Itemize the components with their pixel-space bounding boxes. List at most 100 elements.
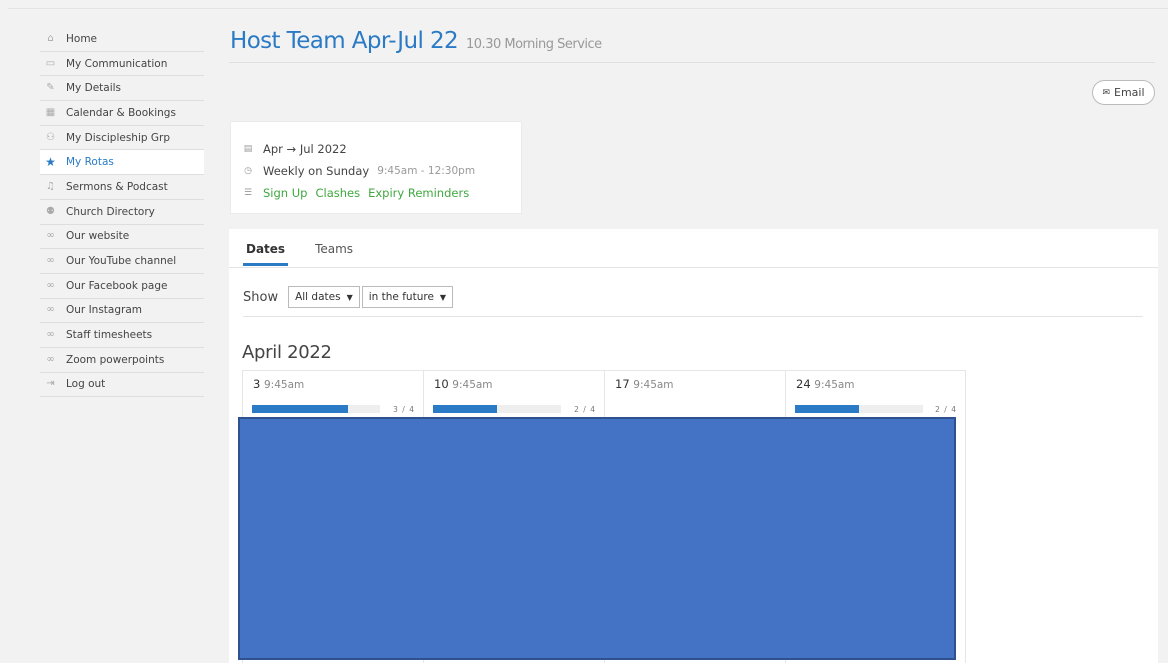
- date-range-line: ▤ Apr → Jul 2022: [243, 138, 509, 160]
- caret-down-icon: ▼: [346, 292, 353, 302]
- sidebar-item-calendar-bookings[interactable]: ▦ Calendar & Bookings: [40, 101, 204, 126]
- calendar-icon: ▤: [243, 144, 253, 154]
- chat-icon: ▭: [45, 57, 56, 69]
- dates-filter-select[interactable]: All dates ▼: [288, 286, 360, 308]
- tab-teams[interactable]: Teams: [312, 242, 356, 266]
- rota-info-card: ▤ Apr → Jul 2022 ◷ Weekly on Sunday 9:45…: [230, 121, 522, 214]
- fill-count: 3 / 4: [393, 405, 415, 414]
- email-button-label: Email: [1114, 86, 1145, 99]
- sidebar-item-our-website[interactable]: ∞ Our website: [40, 225, 204, 250]
- fill-count: 2 / 4: [574, 405, 596, 414]
- time-range-text: 9:45am - 12:30pm: [377, 165, 476, 177]
- sidebar-item-label: Zoom powerpoints: [66, 353, 165, 366]
- top-divider: [8, 8, 1168, 9]
- sidebar-item-label: My Details: [66, 82, 122, 95]
- sidebar-item-sermons-podcast[interactable]: ♫ Sermons & Podcast: [40, 175, 204, 200]
- directory-icon: ⚉: [46, 205, 55, 217]
- time-filter-value: in the future: [368, 291, 434, 303]
- sidebar-item-log-out[interactable]: ⇥ Log out: [40, 373, 204, 398]
- date-day: 10: [434, 377, 449, 391]
- date-time: 9:45am: [263, 379, 305, 391]
- clock-icon: ◷: [244, 166, 252, 176]
- home-icon: ⌂: [47, 32, 54, 44]
- fill-progress-fill: [795, 405, 859, 413]
- date-header: 3 9:45am: [253, 377, 304, 391]
- show-label: Show: [243, 289, 279, 305]
- sign-up-link[interactable]: Sign Up: [263, 186, 307, 200]
- sidebar-item-label: Our Instagram: [66, 304, 142, 317]
- date-time: 9:45am: [633, 379, 674, 391]
- sidebar-item-zoom-powerpoints[interactable]: ∞ Zoom powerpoints: [40, 348, 204, 373]
- sidebar-item-my-details[interactable]: ✎ My Details: [40, 76, 204, 102]
- calendar-icon: ▦: [45, 106, 56, 118]
- redaction-overlay: [238, 417, 956, 660]
- sidebar-item-label: My Rotas: [66, 156, 114, 169]
- sidebar-nav: ⌂ Home ▭ My Communication ✎ My Details ▦ Calend…: [40, 27, 204, 398]
- dates-filter-value: All dates: [295, 291, 341, 303]
- sidebar-item-label: Sermons & Podcast: [66, 180, 168, 193]
- expiry-reminders-link[interactable]: Expiry Reminders: [368, 186, 469, 200]
- fill-progress-bar: [795, 405, 923, 413]
- tab-divider: [229, 267, 1158, 268]
- date-header: 17 9:45am: [615, 377, 674, 391]
- link-icon: ∞: [46, 329, 55, 341]
- link-icon: ∞: [46, 304, 55, 316]
- fill-progress-fill: [433, 405, 497, 413]
- sidebar-item-label: Log out: [66, 378, 106, 391]
- date-header: 10 9:45am: [434, 377, 493, 391]
- fill-count: 2 / 4: [935, 405, 957, 414]
- group-icon: ⚇: [46, 131, 55, 143]
- logout-icon: ⇥: [46, 378, 55, 390]
- date-time: 9:45am: [452, 379, 493, 391]
- tab-dates[interactable]: Dates: [243, 242, 289, 266]
- sidebar-item-label: Our website: [66, 230, 130, 243]
- sidebar-item-our-youtube-channel[interactable]: ∞ Our YouTube channel: [40, 249, 204, 274]
- sidebar-item-my-discipleship-grp[interactable]: ⚇ My Discipleship Grp: [40, 126, 204, 151]
- sidebar-item-label: Calendar & Bookings: [66, 106, 176, 119]
- link-icon: ∞: [46, 279, 55, 291]
- sidebar-item-staff-timesheets[interactable]: ∞ Staff timesheets: [40, 323, 204, 348]
- sidebar-item-label: My Discipleship Grp: [66, 131, 170, 144]
- link-icon: ∞: [46, 230, 55, 242]
- sidebar-item-my-rotas[interactable]: ★ My Rotas: [40, 150, 204, 176]
- sidebar-item-home[interactable]: ⌂ Home: [40, 27, 204, 52]
- tab-bar: Dates Teams: [243, 242, 380, 266]
- actions-line: ☰ Sign Up Clashes Expiry Reminders: [243, 182, 509, 204]
- schedule-text: Weekly on Sunday: [263, 164, 370, 178]
- headphones-icon: ♫: [46, 180, 55, 192]
- sidebar-item-label: Our Facebook page: [66, 279, 168, 292]
- clashes-link[interactable]: Clashes: [315, 186, 360, 200]
- date-time: 9:45am: [814, 379, 855, 391]
- date-day: 17: [615, 377, 630, 391]
- sidebar-item-label: My Communication: [66, 57, 168, 70]
- page-header: Host Team Apr-Jul 22 10.30 Morning Servi…: [230, 28, 602, 54]
- caret-down-icon: ▼: [439, 292, 447, 302]
- title-divider: [229, 62, 1155, 63]
- sidebar-item-church-directory[interactable]: ⚉ Church Directory: [40, 200, 204, 225]
- link-icon: ∞: [46, 353, 55, 365]
- sidebar-item-our-facebook-page[interactable]: ∞ Our Facebook page: [40, 274, 204, 299]
- sliders-icon: ☰: [243, 188, 253, 198]
- link-icon: ∞: [46, 255, 55, 267]
- sidebar-item-label: Home: [66, 32, 98, 45]
- date-day: 24: [796, 377, 811, 391]
- fill-progress-bar: [252, 405, 380, 413]
- sidebar-item-label: Church Directory: [66, 205, 155, 218]
- date-header: 24 9:45am: [796, 377, 855, 391]
- month-heading: April 2022: [242, 342, 332, 363]
- time-filter-select[interactable]: in the future ▼: [361, 286, 454, 308]
- email-button[interactable]: ✉ Email: [1092, 80, 1155, 105]
- fill-progress-fill: [252, 405, 348, 413]
- schedule-line: ◷ Weekly on Sunday 9:45am - 12:30pm: [243, 160, 509, 182]
- pencil-icon: ✎: [46, 82, 55, 94]
- filter-divider: [243, 316, 1143, 317]
- date-day: 3: [253, 377, 261, 391]
- fill-progress-bar: [433, 405, 561, 413]
- page-title: Host Team Apr-Jul 22: [230, 28, 459, 54]
- sidebar-item-label: Staff timesheets: [66, 329, 153, 342]
- star-icon: ★: [45, 155, 56, 170]
- envelope-icon: ✉: [1102, 87, 1110, 98]
- filter-row: Show All dates ▼ in the future ▼: [243, 286, 454, 308]
- sidebar-item-my-communication[interactable]: ▭ My Communication: [40, 52, 204, 77]
- sidebar-item-our-instagram[interactable]: ∞ Our Instagram: [40, 299, 204, 324]
